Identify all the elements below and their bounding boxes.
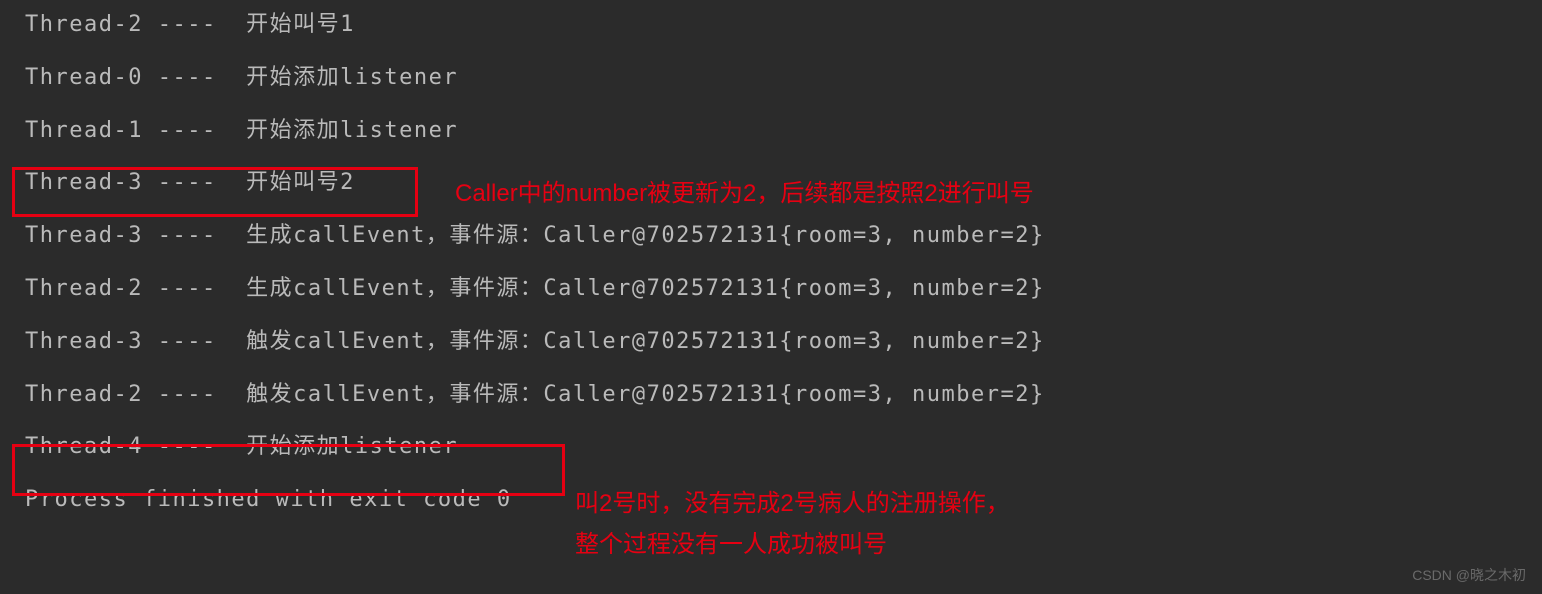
watermark: CSDN @晓之木初	[1412, 566, 1526, 586]
console-line: Thread-2 ---- 触发callEvent，事件源：Caller@702…	[25, 380, 1542, 411]
console-output: Thread-2 ---- 开始叫号1 Thread-0 ---- 开始添加li…	[0, 10, 1542, 516]
annotation-text: 整个过程没有一人成功被叫号	[575, 528, 887, 562]
console-line: Thread-0 ---- 开始添加listener	[25, 63, 1542, 94]
console-line: Thread-2 ---- 生成callEvent，事件源：Caller@702…	[25, 274, 1542, 305]
annotation-text: Caller中的number被更新为2，后续都是按照2进行叫号	[455, 177, 1034, 211]
console-line: Thread-3 ---- 生成callEvent，事件源：Caller@702…	[25, 221, 1542, 252]
console-line: Thread-3 ---- 触发callEvent，事件源：Caller@702…	[25, 327, 1542, 358]
console-line: Thread-4 ---- 开始添加listener	[25, 432, 1542, 463]
annotation-text: 叫2号时，没有完成2号病人的注册操作，	[575, 487, 1010, 521]
console-line: Thread-1 ---- 开始添加listener	[25, 116, 1542, 147]
console-line: Thread-2 ---- 开始叫号1	[25, 10, 1542, 41]
